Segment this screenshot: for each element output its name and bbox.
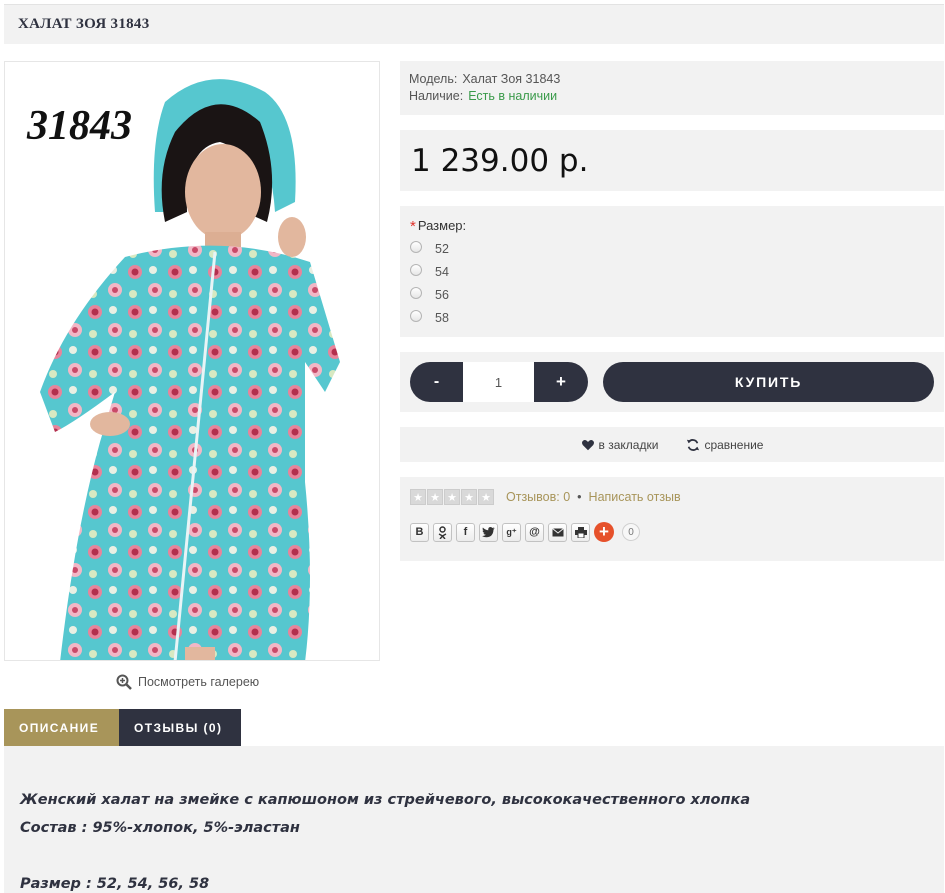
reviews-count-link[interactable]: Отзывов: 0 [506,490,570,504]
separator: • [577,490,582,504]
twitter-share-icon[interactable] [479,522,498,542]
email-share-icon[interactable] [548,522,567,542]
size-option-label: 58 [435,310,449,325]
product-photo-illustration [40,79,340,660]
description-line: Размер : 52, 54, 56, 58 [20,876,210,892]
share-count: 0 [622,523,640,541]
price: 1 239.00 р. [411,142,589,179]
availability-row: Наличие: Есть в наличии [409,88,935,105]
gallery-link[interactable]: Посмотреть галерею [116,674,259,690]
description-line: Состав : 95%-хлопок, 5%-эластан [20,820,300,836]
odnoklassniki-share-icon[interactable] [433,522,452,542]
photo-code: 31843 [27,103,132,149]
product-photo[interactable]: 31843 [4,61,380,661]
radio-button[interactable] [410,240,422,253]
zoom-icon [116,674,132,690]
quantity-minus-button[interactable]: - [410,362,463,402]
product-tabs: ОПИСАНИЕ ОТЗЫВЫ (0) [4,709,241,746]
tab-description[interactable]: ОПИСАНИЕ [4,709,119,746]
compare-label: сравнение [704,437,764,452]
compare-link[interactable]: сравнение [686,438,763,452]
mailru-share-icon[interactable]: @ [525,522,544,542]
star-icon: ★ [444,489,460,505]
gallery-label: Посмотреть галерею [138,675,260,689]
wishlist-label: в закладки [598,437,659,452]
buy-panel: - + КУПИТЬ [400,352,944,412]
radio-button[interactable] [410,286,422,299]
star-icon: ★ [427,489,443,505]
product-info: Модель: Халат Зоя 31843 Наличие: Есть в на… [400,61,944,115]
description-line: Женский халат на змейке с капюшоном из с… [20,792,751,808]
availability-label: Наличие: [409,89,464,103]
buy-button[interactable]: КУПИТЬ [603,362,934,402]
share-bar: B f g⁺ @ + 0 [410,522,934,542]
print-icon[interactable] [571,522,590,542]
size-option-label: 52 [435,241,449,256]
size-label-row: * Размер: [410,218,934,235]
facebook-share-icon[interactable]: f [456,522,475,542]
star-icon: ★ [410,489,426,505]
model-value: Халат Зоя 31843 [462,72,561,86]
size-option-54[interactable]: 54 [410,260,934,283]
description-panel: Женский халат на змейке с капюшоном из с… [4,746,944,893]
size-option-label: 54 [435,264,449,279]
size-option-52[interactable]: 52 [410,237,934,260]
heart-icon [581,439,594,450]
quantity-plus-button[interactable]: + [534,362,588,402]
star-icon: ★ [478,489,494,505]
title-bar: ХАЛАТ ЗОЯ 31843 [4,4,944,44]
more-share-icon[interactable]: + [594,522,614,542]
wishlist-compare-panel: в закладки сравнение [400,427,944,462]
size-label: Размер: [417,218,467,233]
size-option-58[interactable]: 58 [410,306,934,329]
size-option-56[interactable]: 56 [410,283,934,306]
wishlist-link[interactable]: в закладки [581,437,659,452]
review-share-panel: ★ ★ ★ ★ ★ Отзывов: 0 • Написать отзыв B … [400,477,944,561]
rating-row: ★ ★ ★ ★ ★ Отзывов: 0 • Написать отзыв [410,489,934,505]
price-panel: 1 239.00 р. [400,130,944,191]
vk-share-icon[interactable]: B [410,522,429,542]
size-option-label: 56 [435,287,449,302]
star-icon: ★ [461,489,477,505]
tab-reviews[interactable]: ОТЗЫВЫ (0) [119,709,241,746]
required-mark: * [410,218,416,235]
rating-stars: ★ ★ ★ ★ ★ [410,489,494,505]
product-title: ХАЛАТ ЗОЯ 31843 [18,16,150,32]
availability-value: Есть в наличии [468,89,558,103]
write-review-link[interactable]: Написать отзыв [589,490,681,504]
radio-button[interactable] [410,309,422,322]
refresh-icon [687,438,700,451]
size-options: * Размер: 52 54 56 58 [400,206,944,337]
radio-button[interactable] [410,263,422,276]
quantity-input[interactable] [463,362,534,402]
model-row: Модель: Халат Зоя 31843 [409,71,935,88]
google-plus-share-icon[interactable]: g⁺ [502,522,521,542]
model-label: Модель: [409,72,458,86]
